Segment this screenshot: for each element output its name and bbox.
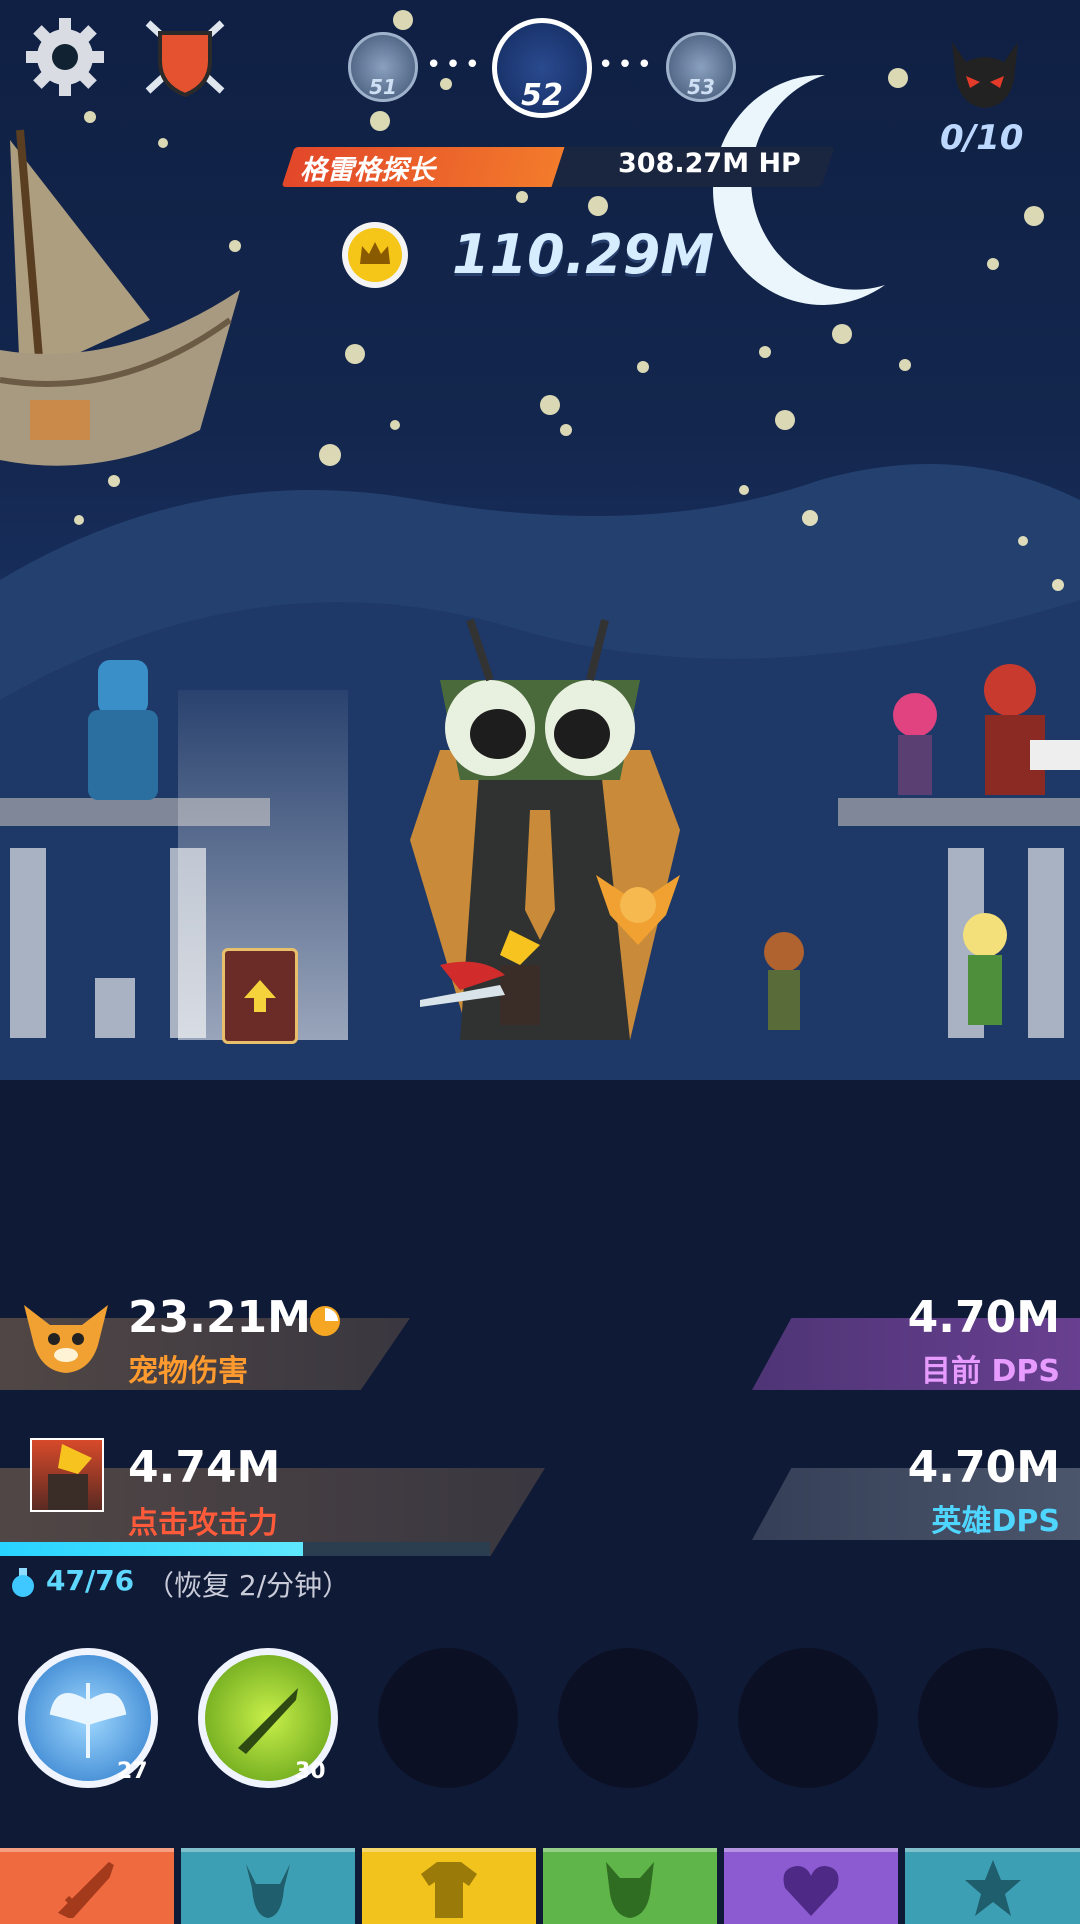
mana-bar-fill bbox=[0, 1542, 303, 1556]
stage-dots-right: ••• bbox=[598, 50, 657, 80]
boss-hp-text: 308.27M HP bbox=[618, 148, 801, 179]
pet-icon bbox=[606, 1862, 654, 1918]
skill-slot-1[interactable]: 27 bbox=[18, 1648, 158, 1788]
demon-skull-icon bbox=[952, 42, 1018, 108]
skill-1-level: 27 bbox=[117, 1759, 148, 1784]
pet-damage-value: 23.21M bbox=[128, 1292, 311, 1343]
settings-button[interactable] bbox=[20, 12, 110, 102]
tap-damage-value: 4.74M bbox=[128, 1442, 281, 1493]
clan-button[interactable] bbox=[140, 12, 230, 102]
pirate-ship bbox=[0, 129, 240, 466]
heart-crest-icon bbox=[783, 1866, 839, 1916]
kill-counter: 0/10 bbox=[940, 118, 1024, 158]
skill-slot-3[interactable] bbox=[378, 1648, 518, 1788]
tab-artifacts[interactable] bbox=[905, 1848, 1080, 1924]
skill-slot-5[interactable] bbox=[738, 1648, 878, 1788]
hero-dps-value: 4.70M bbox=[907, 1442, 1060, 1493]
skill-2-level: 30 bbox=[295, 1759, 326, 1784]
skill-slot-6[interactable] bbox=[918, 1648, 1058, 1788]
hero-archer bbox=[893, 693, 937, 795]
stage-prev: 51 bbox=[348, 32, 418, 102]
hero-elf-girl bbox=[963, 913, 1007, 1025]
hero-dps-label: 英雄DPS bbox=[931, 1504, 1061, 1539]
blue-knight bbox=[78, 660, 168, 800]
skill-slot-2[interactable]: 30 bbox=[198, 1648, 338, 1788]
viking-helmet-icon bbox=[246, 1864, 290, 1918]
gold-coin-icon bbox=[342, 222, 408, 288]
tab-pets[interactable] bbox=[543, 1848, 717, 1924]
pet-avatar-icon[interactable] bbox=[20, 1295, 112, 1375]
stage-prev-number: 51 bbox=[369, 75, 397, 99]
tab-equipment[interactable] bbox=[362, 1848, 536, 1924]
lightning-sword-icon bbox=[238, 1688, 298, 1754]
hero-avatar[interactable] bbox=[30, 1438, 104, 1512]
tap-damage-label: 点击攻击力 bbox=[128, 1506, 278, 1541]
stage-current: 52 bbox=[492, 18, 592, 118]
current-dps-label: 目前 DPS bbox=[921, 1354, 1060, 1389]
mana-value: 47/76 bbox=[46, 1564, 135, 1597]
stage-next: 53 bbox=[666, 32, 736, 102]
upgrade-chest[interactable] bbox=[222, 948, 298, 1044]
mana-bar bbox=[0, 1542, 490, 1556]
shield-swords-icon bbox=[145, 20, 225, 98]
current-dps-value: 4.70M bbox=[907, 1292, 1060, 1343]
stage-current-number: 52 bbox=[521, 78, 563, 113]
boss-name: 格雷格探长 bbox=[300, 155, 435, 186]
hero-pirate bbox=[984, 664, 1080, 795]
tab-clan[interactable] bbox=[724, 1848, 898, 1924]
star-icon bbox=[964, 1860, 1021, 1916]
arrow-up-icon bbox=[244, 980, 276, 1012]
gear-icon bbox=[26, 18, 104, 96]
gold-amount: 110.29M bbox=[452, 223, 715, 286]
sword-icon bbox=[57, 1861, 114, 1918]
mana-potion-icon bbox=[12, 1568, 34, 1597]
stage-next-number: 53 bbox=[687, 75, 715, 99]
hero-swordsman bbox=[420, 930, 540, 1025]
mana-regen: （恢复 2/分钟） bbox=[146, 1569, 351, 1602]
shirt-icon bbox=[421, 1862, 477, 1918]
tab-heroes[interactable] bbox=[181, 1848, 355, 1924]
timer-icon bbox=[310, 1306, 340, 1336]
skill-slot-4[interactable] bbox=[558, 1648, 698, 1788]
pet-damage-label: 宠物伤害 bbox=[128, 1354, 248, 1389]
hero-portrait-icon bbox=[48, 1444, 92, 1510]
stage-dots-left: ••• bbox=[426, 50, 485, 80]
hero-mage-girl bbox=[764, 932, 804, 1030]
tab-sword-master[interactable] bbox=[0, 1848, 174, 1924]
angel-wings-icon bbox=[49, 1683, 127, 1758]
flying-pet bbox=[596, 875, 680, 945]
